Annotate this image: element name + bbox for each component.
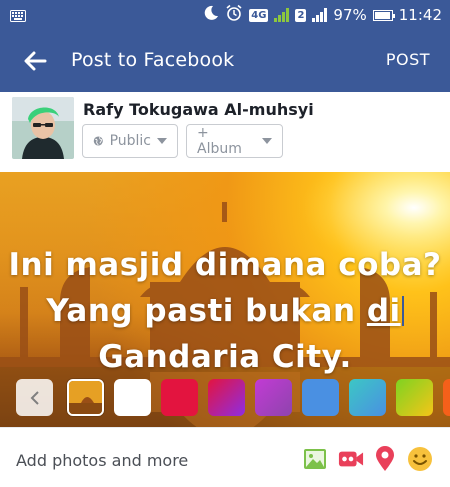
background-picker bbox=[0, 377, 450, 419]
text-cursor bbox=[401, 296, 404, 326]
background-swatch[interactable] bbox=[114, 379, 151, 416]
signal-icon bbox=[274, 8, 290, 22]
video-button[interactable] bbox=[338, 446, 364, 472]
battery-percent: 97% bbox=[333, 6, 367, 24]
post-text-line-3: Gandaria City. bbox=[98, 339, 352, 375]
clock: 11:42 bbox=[398, 6, 442, 24]
photo-icon bbox=[304, 449, 326, 469]
background-swatch[interactable] bbox=[302, 379, 339, 416]
background-swatch[interactable] bbox=[255, 379, 292, 416]
post-button[interactable]: POST bbox=[386, 50, 430, 69]
post-text-underlined-word: di bbox=[366, 293, 401, 329]
emoji-icon bbox=[408, 447, 432, 471]
chevron-down-icon bbox=[157, 138, 167, 144]
signal-icon-sim2 bbox=[312, 8, 328, 22]
arrow-left-icon bbox=[24, 51, 47, 71]
sim-badge: 2 bbox=[295, 8, 307, 22]
battery-icon bbox=[372, 9, 395, 21]
post-text[interactable]: Ini masjid dimana coba? Yang pasti bukan… bbox=[0, 242, 450, 380]
back-button[interactable] bbox=[18, 44, 52, 78]
background-swatch[interactable] bbox=[443, 379, 450, 416]
video-icon bbox=[338, 451, 364, 467]
background-swatch[interactable] bbox=[349, 379, 386, 416]
keyboard-icon bbox=[10, 7, 26, 26]
composer-header: Rafy Tokugawa Al-muhsyi Public + Album bbox=[0, 92, 450, 172]
background-swatch[interactable] bbox=[208, 379, 245, 416]
background-swatch[interactable] bbox=[396, 379, 433, 416]
location-pin-icon bbox=[376, 446, 394, 471]
audience-selector[interactable]: Public bbox=[82, 124, 178, 158]
add-photos-label[interactable]: Add photos and more bbox=[16, 451, 188, 470]
album-selector[interactable]: + Album bbox=[186, 124, 283, 158]
location-button[interactable] bbox=[372, 446, 398, 472]
post-text-line-1: Ini masjid dimana coba? bbox=[8, 247, 442, 283]
globe-icon bbox=[93, 136, 103, 146]
user-name: Rafy Tokugawa Al-muhsyi bbox=[83, 100, 314, 119]
status-bar: 4G 2 97% 11:42 bbox=[0, 0, 450, 30]
avatar[interactable] bbox=[12, 97, 74, 159]
post-canvas[interactable]: Ini masjid dimana coba? Yang pasti bukan… bbox=[0, 172, 450, 427]
network-badge: 4G bbox=[249, 8, 269, 22]
photo-button[interactable] bbox=[302, 446, 328, 472]
moon-icon bbox=[203, 5, 219, 25]
emoji-button[interactable] bbox=[407, 446, 433, 472]
audience-label: Public bbox=[109, 133, 151, 149]
chevron-left-icon bbox=[30, 390, 39, 405]
app-bar: Post to Facebook POST bbox=[0, 30, 450, 92]
swatches-prev-button[interactable] bbox=[16, 379, 53, 416]
chevron-down-icon bbox=[262, 138, 272, 144]
post-text-line-2: Yang pasti bukan di bbox=[0, 288, 450, 334]
album-label: + Album bbox=[197, 125, 242, 157]
swatch-selected-image[interactable] bbox=[67, 379, 104, 416]
post-text-line-2-prefix: Yang pasti bukan bbox=[46, 293, 367, 329]
bottom-bar: Add photos and more bbox=[0, 427, 450, 487]
alarm-icon bbox=[225, 4, 243, 26]
background-swatch[interactable] bbox=[161, 379, 198, 416]
page-title: Post to Facebook bbox=[71, 49, 235, 71]
